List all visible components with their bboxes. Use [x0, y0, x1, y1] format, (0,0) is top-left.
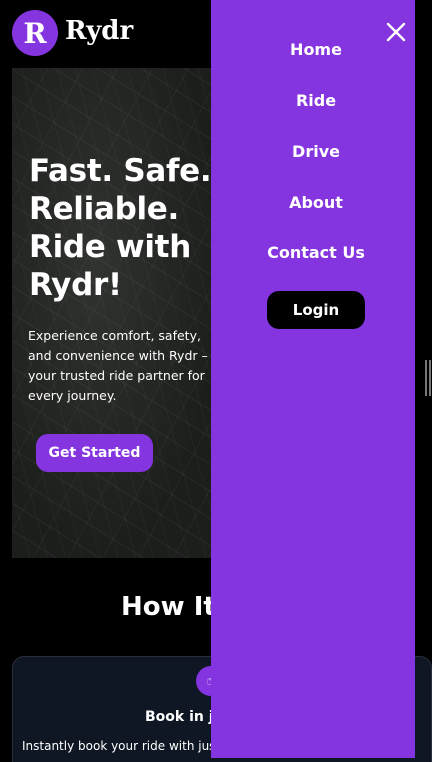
hero-description: Experience comfort, safety, and convenie…: [28, 328, 208, 403]
feature-card-text: Instantly book your ride with just: [22, 739, 221, 753]
logo[interactable]: R: [12, 10, 58, 56]
menu-link-ride[interactable]: Ride: [211, 91, 421, 110]
hero-title: Fast. Safe. Reliable. Ride with Rydr!: [29, 153, 212, 303]
how-it-works-heading: How It: [121, 592, 216, 622]
page: R Rydr Fast. Safe. Reliable. Ride with R…: [0, 0, 432, 762]
menu-link-drive[interactable]: Drive: [211, 142, 421, 161]
side-menu: Home Ride Drive About Contact Us Login: [211, 0, 415, 758]
login-button[interactable]: Login: [267, 291, 365, 329]
get-started-button[interactable]: Get Started: [36, 434, 153, 472]
menu-link-home[interactable]: Home: [211, 40, 421, 59]
brand-name[interactable]: Rydr: [65, 16, 133, 46]
menu-link-contact[interactable]: Contact Us: [211, 243, 421, 262]
hero-map-background: [12, 68, 222, 558]
logo-letter: R: [23, 16, 47, 50]
menu-link-about[interactable]: About: [211, 193, 421, 212]
scrollbar-handle[interactable]: [424, 360, 432, 396]
